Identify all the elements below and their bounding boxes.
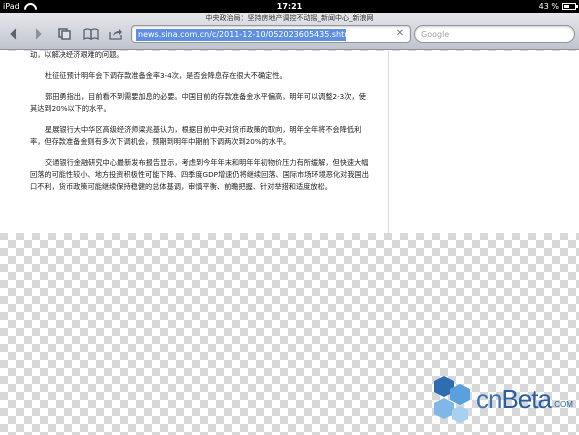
bookmarks-button[interactable] (81, 25, 101, 43)
article-body: 动，以解决经济艰难的问题。 杜征征预计明年会下调存款准备金率3-4次，是否会降息… (30, 51, 370, 193)
address-bar[interactable]: news.sina.com.cn/c/2011-12-10/0520236054… (131, 25, 411, 43)
logo-dotcom: .COM (552, 400, 573, 409)
forward-button[interactable] (28, 25, 48, 43)
status-bar: iPad 17:21 43 % (0, 0, 579, 13)
bookmarks-icon (83, 28, 99, 40)
logo-text: cnBeta (476, 384, 552, 414)
logo-text-cn: cn (476, 384, 502, 414)
pages-button[interactable] (55, 25, 75, 43)
battery-fill (564, 5, 570, 8)
share-button[interactable] (106, 25, 126, 43)
browser-toolbar: 中央政治局：坚持房地产调控不动摇_新闻中心_新浪网 news.sina.com.… (0, 13, 579, 50)
web-page[interactable]: 动，以解决经济艰难的问题。 杜征征预计明年会下调存款准备金率3-4次，是否会降息… (0, 51, 579, 233)
clock: 17:21 (276, 2, 303, 11)
battery-percent: 43 % (538, 2, 559, 11)
back-arrow-icon (10, 28, 17, 40)
article-paragraph: 星展银行大中华区高级经济师梁兆基认为，根据目前中央对货币政策的取向，明年全年将不… (30, 125, 362, 146)
address-input[interactable]: news.sina.com.cn/c/2011-12-10/0520236054… (136, 29, 346, 41)
forward-arrow-icon (35, 28, 42, 40)
search-input[interactable] (421, 28, 567, 41)
pages-icon (58, 28, 71, 40)
cnbeta-cube-icon (434, 376, 470, 423)
clear-icon[interactable]: ✕ (394, 28, 406, 40)
cnbeta-logo: cnBeta .COM (430, 370, 576, 430)
battery-icon (562, 3, 578, 10)
logo-text-beta: Beta (501, 384, 551, 414)
share-icon (109, 29, 122, 40)
article-paragraph: 交通银行金融研究中心最新发布报告显示，考虑到今年年末和明年年初物价压力有所缓解，… (30, 158, 369, 191)
search-box[interactable] (414, 25, 575, 43)
article-paragraph: 杜征征预计明年会下调存款准备金率3-4次，是否会降息存在很大不确定性。 (45, 71, 287, 80)
back-button[interactable] (4, 25, 24, 43)
article-paragraph: 动，以解决经济艰难的问题。 (30, 51, 124, 59)
status-right: 43 % (538, 0, 578, 13)
sidebar-divider (388, 51, 389, 233)
article-paragraph: 郭田勇指出，目前看不到需要加息的必要。中国目前的存款准备金水平偏高，明年可以调整… (30, 92, 366, 113)
page-title: 中央政治局：坚持房地产调控不动摇_新闻中心_新浪网 (205, 14, 374, 22)
